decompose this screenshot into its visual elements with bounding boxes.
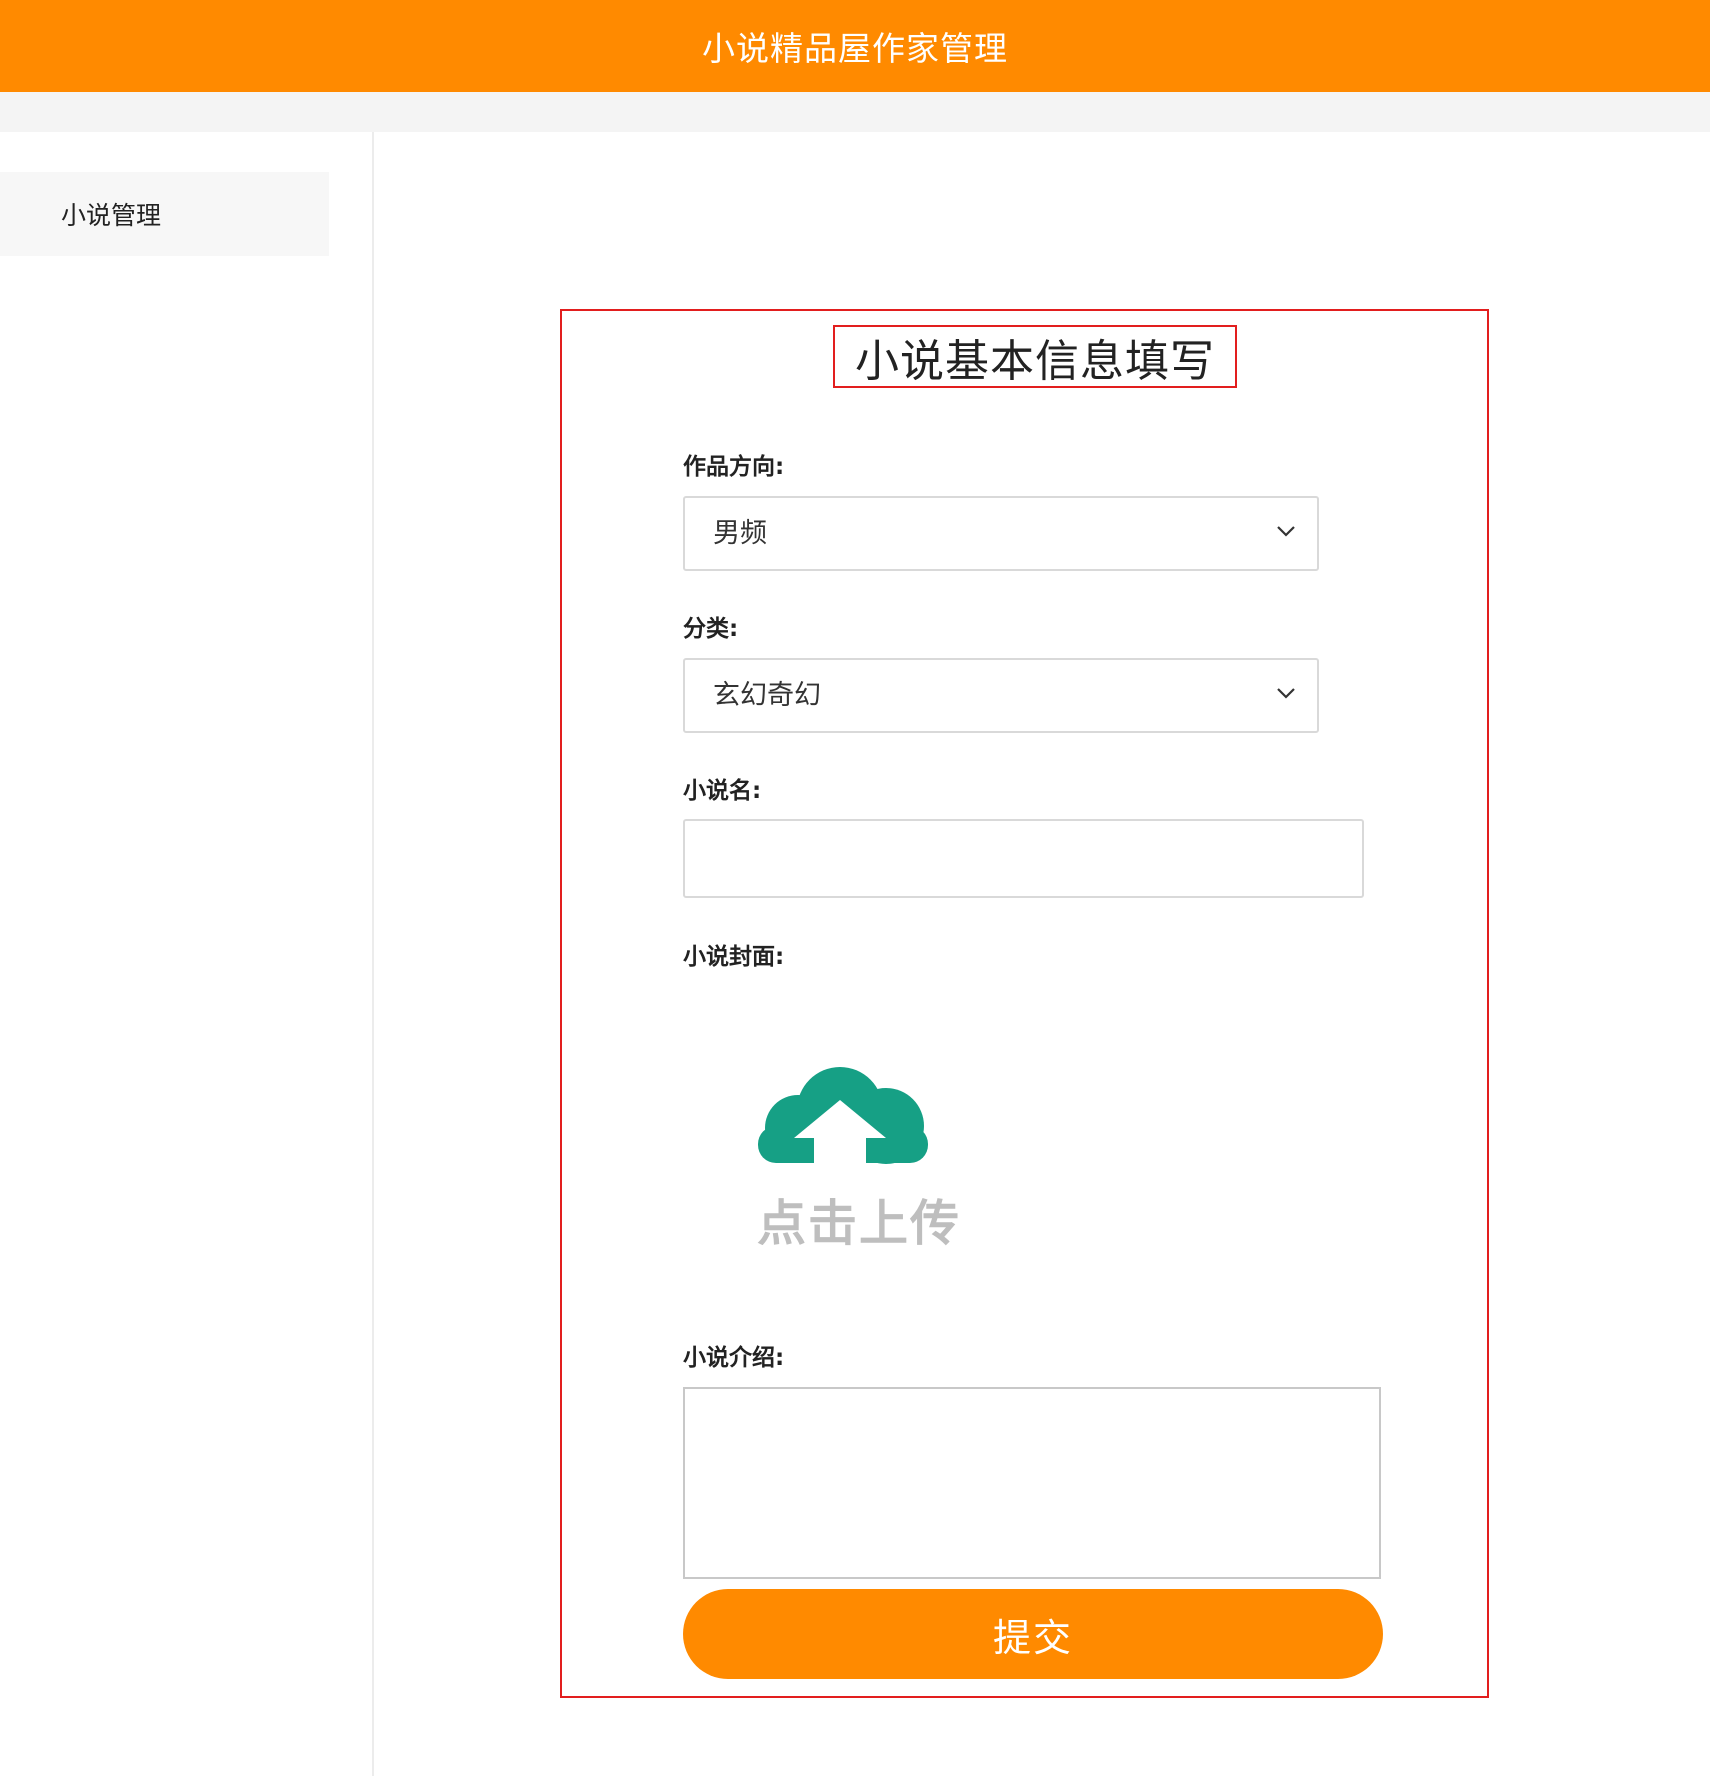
- form-title: 小说基本信息填写: [833, 325, 1237, 388]
- novel-name-label: 小说名:: [683, 778, 762, 804]
- intro-label: 小说介绍:: [683, 1345, 785, 1371]
- submit-button[interactable]: 提交: [683, 1589, 1383, 1679]
- app-title: 小说精品屋作家管理: [702, 29, 1008, 68]
- upload-text: 点击上传: [756, 1195, 961, 1252]
- sidebar-item-novel-management[interactable]: 小说管理: [0, 172, 329, 256]
- sidebar-item-label: 小说管理: [61, 201, 162, 230]
- cloud-upload-icon: [758, 1067, 928, 1168]
- sidebar: 小说管理: [0, 132, 374, 1776]
- direction-selected-value: 男频: [713, 518, 767, 549]
- cover-upload-button[interactable]: 点击上传: [739, 1066, 993, 1266]
- novel-info-form: 小说基本信息填写 作品方向: 男频 分类: 玄幻奇幻 小说名: 小说封面: 点击…: [560, 309, 1489, 1698]
- header-divider-strip: [0, 92, 1710, 132]
- category-label: 分类:: [683, 616, 739, 642]
- novel-name-input[interactable]: [683, 819, 1364, 898]
- category-select[interactable]: 玄幻奇幻: [683, 658, 1319, 733]
- chevron-down-icon: [1277, 526, 1295, 537]
- chevron-down-icon: [1277, 688, 1295, 699]
- direction-select[interactable]: 男频: [683, 496, 1319, 571]
- app-header: 小说精品屋作家管理: [0, 0, 1710, 92]
- intro-textarea[interactable]: [683, 1387, 1381, 1579]
- direction-label: 作品方向:: [683, 454, 785, 480]
- category-selected-value: 玄幻奇幻: [713, 680, 821, 711]
- cover-label: 小说封面:: [683, 944, 785, 970]
